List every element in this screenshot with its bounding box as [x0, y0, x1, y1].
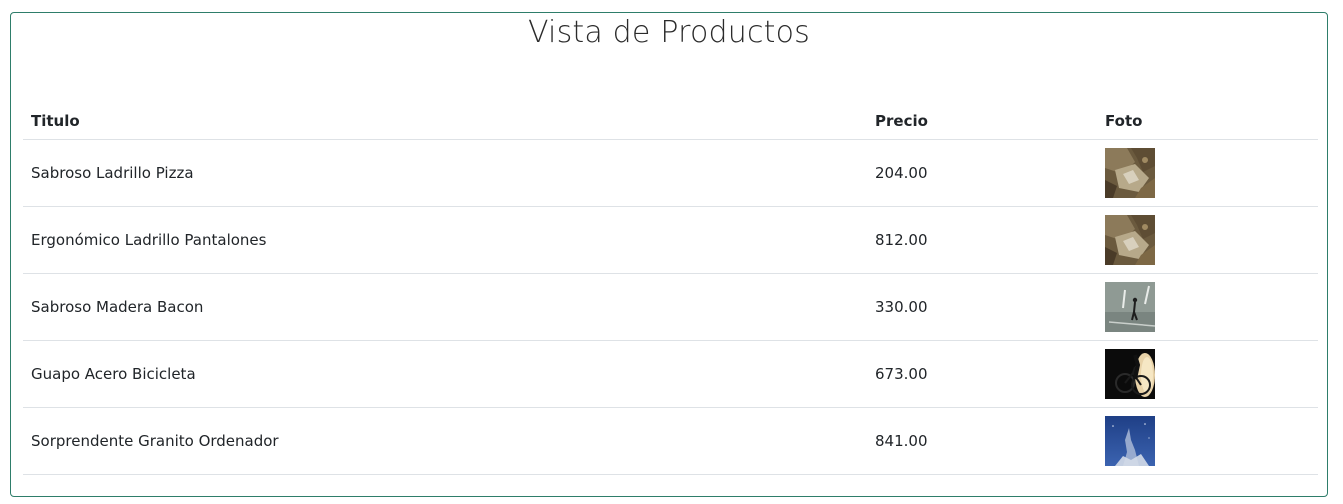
product-title: Sabroso Ladrillo Pizza — [23, 139, 867, 207]
page-title: Vista de Productos — [527, 15, 811, 50]
table-row: Ergonómico Ladrillo Pantalones 812.00 — [23, 206, 1318, 274]
product-price: 812.00 — [867, 206, 1097, 274]
table-body: Sabroso Ladrillo Pizza 204.00 Ergonómico… — [23, 139, 1318, 475]
table-row: Guapo Acero Bicicleta 673.00 — [23, 340, 1318, 408]
product-price: 673.00 — [867, 340, 1097, 408]
column-header-title: Titulo — [23, 103, 867, 140]
rocky-landscape-photo-icon — [1105, 148, 1155, 198]
product-price: 204.00 — [867, 139, 1097, 207]
rocky-landscape-photo-icon — [1105, 215, 1155, 265]
product-title: Ergonómico Ladrillo Pantalones — [23, 206, 867, 274]
products-table: Titulo Precio Foto Sabroso Ladrillo Pizz… — [23, 103, 1318, 475]
blue-sky-photo-icon — [1105, 416, 1155, 466]
table-row: Sabroso Ladrillo Pizza 204.00 — [23, 139, 1318, 207]
product-title: Sabroso Madera Bacon — [23, 273, 867, 341]
product-title: Sorprendente Granito Ordenador — [23, 407, 867, 475]
table-header-row: Titulo Precio Foto — [23, 103, 1318, 140]
product-price: 841.00 — [867, 407, 1097, 475]
column-header-price: Precio — [867, 103, 1097, 140]
product-price: 330.00 — [867, 273, 1097, 341]
table-row: Sabroso Madera Bacon 330.00 — [23, 273, 1318, 341]
table-row: Sorprendente Granito Ordenador 841.00 — [23, 407, 1318, 475]
product-title: Guapo Acero Bicicleta — [23, 340, 867, 408]
product-photo-cell — [1097, 340, 1318, 408]
product-photo-cell — [1097, 139, 1318, 207]
product-photo-cell — [1097, 206, 1318, 274]
table-header: Titulo Precio Foto — [23, 103, 1318, 140]
bicycle-silhouette-photo-icon — [1105, 349, 1155, 399]
product-photo-cell — [1097, 273, 1318, 341]
product-photo-cell — [1097, 407, 1318, 475]
products-panel: Vista de Productos Titulo Precio Foto Sa… — [10, 12, 1328, 497]
column-header-photo: Foto — [1097, 103, 1318, 140]
person-walking-photo-icon — [1105, 282, 1155, 332]
